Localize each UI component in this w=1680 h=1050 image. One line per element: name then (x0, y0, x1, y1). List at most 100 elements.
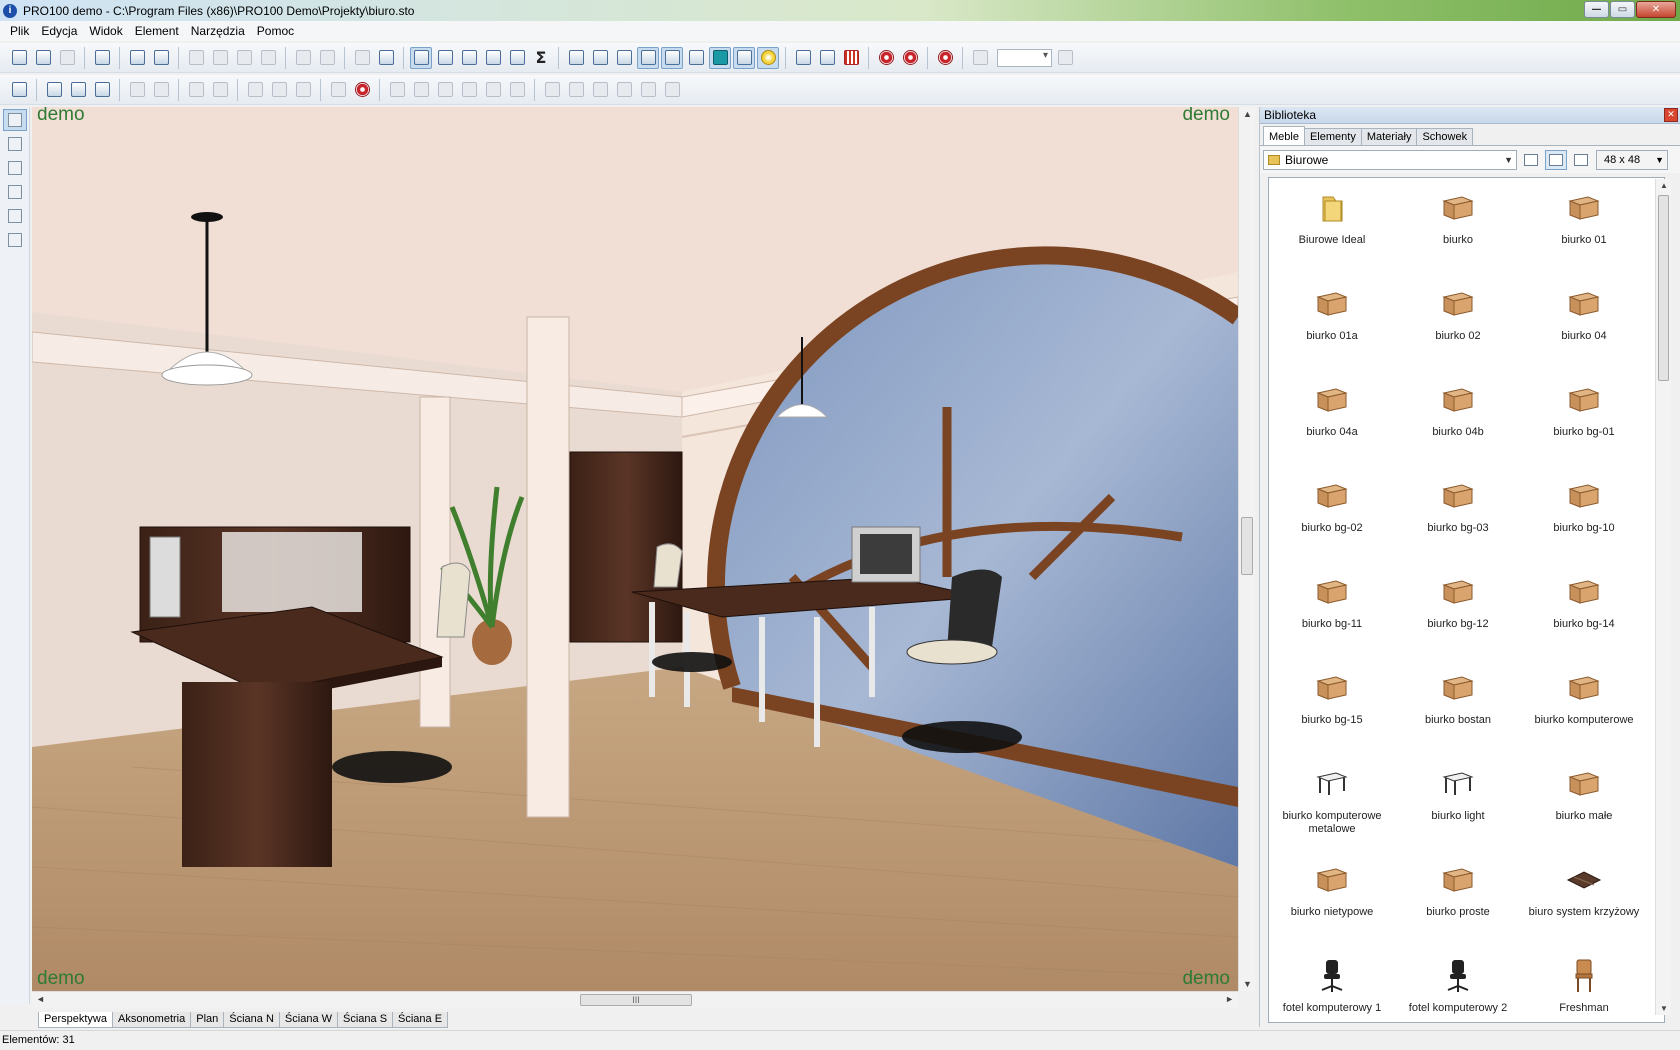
ruler-icon[interactable] (816, 47, 838, 69)
camera-icon[interactable] (506, 47, 528, 69)
library-item[interactable]: biurko bg-12 (1395, 562, 1521, 658)
axis-tool-icon[interactable] (3, 181, 27, 203)
room-icon[interactable] (458, 47, 480, 69)
solid-icon[interactable] (613, 47, 635, 69)
library-item[interactable]: biuro system krzyżowy (1521, 850, 1647, 946)
library-item[interactable]: biurko proste (1395, 850, 1521, 946)
print-preview-icon[interactable] (150, 47, 172, 69)
box-icon[interactable] (685, 47, 707, 69)
library-item[interactable]: biurko komputerowe (1521, 658, 1647, 754)
properties-icon[interactable] (91, 47, 113, 69)
globe-icon[interactable] (899, 47, 921, 69)
menu-narzedzia[interactable]: Narzędzia (185, 24, 251, 38)
library-item[interactable]: biurko 04a (1269, 370, 1395, 466)
checklist-icon[interactable] (375, 47, 397, 69)
tab-schowek[interactable]: Schowek (1416, 128, 1474, 145)
library-item[interactable]: fotel komputerowy 1 (1269, 946, 1395, 1022)
group-icon[interactable] (351, 47, 373, 69)
library-item[interactable]: Biurowe Ideal (1269, 178, 1395, 274)
paste-icon[interactable] (257, 47, 279, 69)
box-tool-icon[interactable] (3, 157, 27, 179)
library-item[interactable]: biurko 02 (1395, 274, 1521, 370)
library-item[interactable]: biurko małe (1521, 754, 1647, 850)
tab-sciana-n[interactable]: Ściana N (223, 1012, 280, 1028)
scroll-down-icon[interactable]: ▼ (1243, 979, 1252, 989)
tab-sciana-e[interactable]: Ściana E (392, 1012, 449, 1028)
link-icon[interactable] (637, 79, 659, 101)
zoom-tool-icon[interactable] (3, 229, 27, 251)
library-item[interactable]: fotel komputerowy 2 (1395, 946, 1521, 1022)
zoom-in-icon[interactable] (969, 47, 991, 69)
split-tool-icon[interactable] (3, 133, 27, 155)
magnet-icon[interactable] (875, 47, 897, 69)
lightbulb-icon[interactable] (757, 46, 779, 69)
center-icon[interactable] (613, 79, 635, 101)
distribute-vertical-icon[interactable] (565, 79, 587, 101)
library-item[interactable]: biurko bg-15 (1269, 658, 1395, 754)
folder-up-button[interactable] (1520, 150, 1542, 170)
copy-icon[interactable] (233, 47, 255, 69)
tab-sciana-w[interactable]: Ściana W (278, 1012, 338, 1028)
zoom-out-icon[interactable] (1054, 47, 1076, 69)
close-button[interactable]: ✕ (1636, 1, 1676, 18)
viewport-horizontal-scrollbar[interactable]: ◄ III ► (32, 991, 1238, 1008)
move-cross-icon[interactable] (268, 79, 290, 101)
library-item[interactable]: biurko bostan (1395, 658, 1521, 754)
unlink-icon[interactable] (661, 79, 683, 101)
zoom-window-icon[interactable] (434, 47, 456, 69)
distribute-depth-icon[interactable] (589, 79, 611, 101)
mirror-icon[interactable] (292, 79, 314, 101)
lower-icon[interactable] (209, 79, 231, 101)
menu-widok[interactable]: Widok (83, 24, 128, 38)
library-item[interactable]: biurko bg-03 (1395, 466, 1521, 562)
textured-icon[interactable] (661, 46, 683, 69)
tab-plan[interactable]: Plan (190, 1012, 225, 1028)
library-item[interactable]: biurko 01 (1521, 178, 1647, 274)
minimize-button[interactable]: — (1584, 1, 1609, 18)
library-item[interactable]: biurko 01a (1269, 274, 1395, 370)
menu-pomoc[interactable]: Pomoc (251, 24, 300, 38)
align-left-icon[interactable] (386, 79, 408, 101)
library-item[interactable]: Freshman (1521, 946, 1647, 1022)
library-item[interactable]: biurko light (1395, 754, 1521, 850)
wireframe-icon[interactable] (565, 47, 587, 69)
new-file-icon[interactable] (8, 47, 30, 69)
tab-sciana-s[interactable]: Ściana S (337, 1012, 394, 1028)
save-icon[interactable] (56, 47, 78, 69)
thumbnail-view-button[interactable] (1545, 149, 1567, 170)
tab-elementy[interactable]: Elementy (1303, 128, 1362, 145)
redo-icon[interactable] (316, 47, 338, 69)
align-bottom-icon[interactable] (458, 79, 480, 101)
move-up-icon[interactable] (43, 79, 65, 101)
measure-icon[interactable] (792, 47, 814, 69)
tab-meble[interactable]: Meble (1263, 126, 1305, 145)
list-view-button[interactable] (1570, 150, 1592, 170)
delete-icon[interactable] (185, 47, 207, 69)
target-icon[interactable] (934, 47, 956, 69)
scroll-up-icon[interactable]: ▲ (1243, 109, 1252, 119)
text-labels-icon[interactable] (733, 46, 755, 69)
library-item[interactable]: biurko nietypowe (1269, 850, 1395, 946)
library-item[interactable]: biurko bg-14 (1521, 562, 1647, 658)
scroll-thumb[interactable] (1658, 195, 1669, 381)
library-vertical-scrollbar[interactable]: ▲ ▼ (1655, 179, 1671, 1015)
edit-pen-icon[interactable] (91, 79, 113, 101)
scroll-thumb[interactable] (1241, 517, 1253, 575)
menu-element[interactable]: Element (129, 24, 185, 38)
dimensions-icon[interactable] (482, 47, 504, 69)
layers-tool-icon[interactable] (3, 205, 27, 227)
rotate-icon[interactable] (244, 79, 266, 101)
zoom-select[interactable] (997, 48, 1052, 67)
library-item[interactable]: biurko bg-02 (1269, 466, 1395, 562)
3d-viewport[interactable]: demo demo demo demo (32, 107, 1238, 991)
sigma-icon[interactable]: Σ (530, 47, 552, 69)
viewport-vertical-scrollbar[interactable]: ▲ ▼ (1238, 107, 1255, 991)
thumbnail-size-select[interactable]: 48 x 48 ▼ (1596, 149, 1668, 170)
library-item[interactable]: biurko bg-11 (1269, 562, 1395, 658)
scroll-down-icon[interactable]: ▼ (1660, 1004, 1668, 1013)
distribute-horizontal-icon[interactable] (541, 79, 563, 101)
menu-plik[interactable]: Plik (4, 24, 35, 38)
library-item[interactable]: biurko bg-01 (1521, 370, 1647, 466)
library-item[interactable]: biurko 04b (1395, 370, 1521, 466)
tab-materialy[interactable]: Materiały (1360, 128, 1418, 145)
